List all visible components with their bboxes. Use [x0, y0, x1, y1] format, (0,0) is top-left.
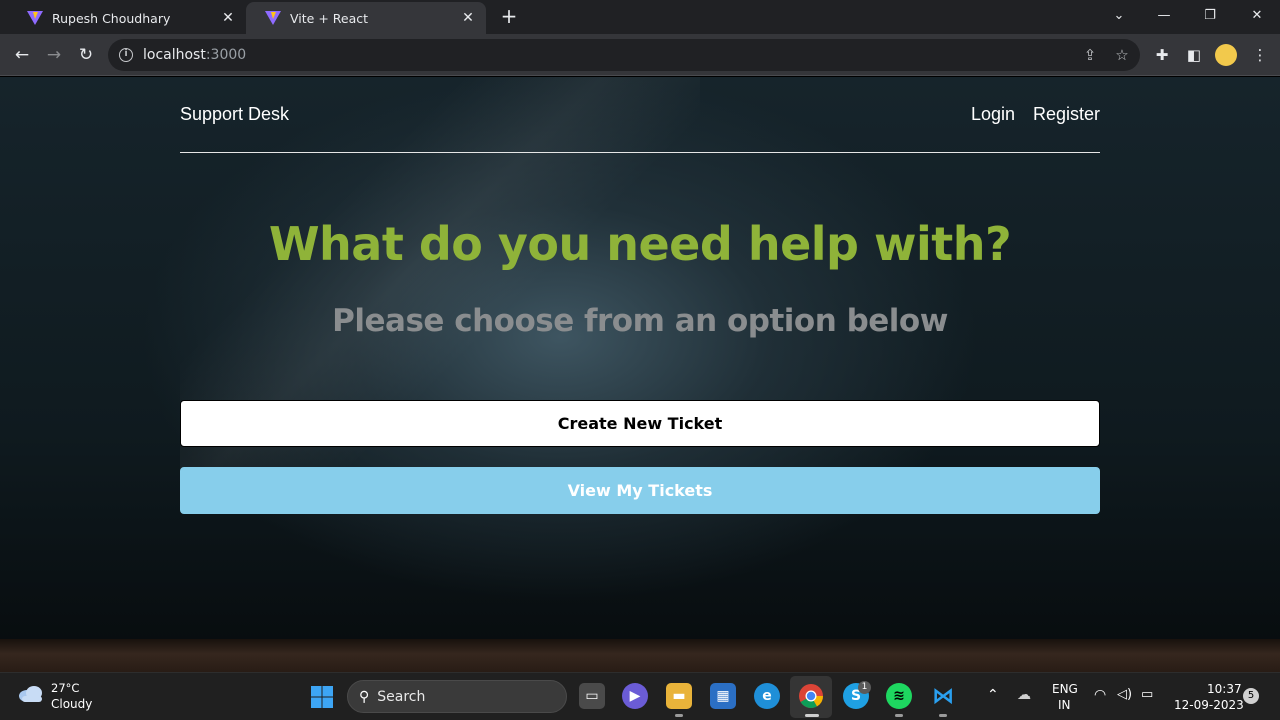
reload-button[interactable]: ↻ — [74, 43, 98, 67]
bookmark-star-icon[interactable]: ☆ — [1112, 45, 1132, 65]
address-bar[interactable]: i localhost:3000 ⇪ ☆ — [108, 39, 1140, 71]
task-view-icon[interactable]: ▭ — [579, 683, 605, 709]
edge-browser-icon[interactable]: e — [754, 683, 780, 709]
chrome-icon[interactable] — [798, 683, 824, 709]
browser-toolbar: ← → ↻ i localhost:3000 ⇪ ☆ ✚ ◧ ⋮ — [0, 34, 1280, 76]
battery-icon[interactable]: ▭ — [1141, 687, 1153, 702]
extensions-icon[interactable]: ✚ — [1152, 45, 1172, 65]
clock-time[interactable]: 10:37 — [1207, 682, 1242, 696]
tab-rupesh-choudhary[interactable]: Rupesh Choudhary ✕ — [8, 2, 246, 34]
windows-taskbar: 27°C Cloudy ⚲ Search ▭ ▶ ▬ ▦ e S 1 ≋ ⋈ ⌃… — [0, 672, 1280, 720]
language-code[interactable]: ENG — [1052, 682, 1078, 696]
windows-start-icon[interactable] — [310, 685, 334, 709]
site-info-icon[interactable]: i — [119, 48, 133, 62]
file-explorer-icon[interactable]: ▬ — [666, 683, 692, 709]
url-host: localhost — [143, 47, 206, 63]
tab-vite-react[interactable]: Vite + React ✕ — [246, 2, 486, 34]
active-indicator — [805, 714, 819, 717]
running-indicator — [675, 714, 683, 717]
language-region[interactable]: IN — [1058, 698, 1071, 712]
page-viewport: Support Desk Login Register What do you … — [0, 77, 1280, 672]
background-wood-floor — [0, 639, 1280, 672]
weather-temperature: 27°C — [51, 681, 80, 695]
site-header: Support Desk Login Register — [180, 77, 1100, 153]
weather-description: Cloudy — [51, 697, 93, 711]
new-tab-button[interactable]: + — [498, 6, 520, 28]
close-window-button[interactable]: ✕ — [1243, 4, 1271, 28]
notification-count-badge[interactable]: 5 — [1243, 688, 1259, 704]
teams-chat-icon[interactable]: ▶ — [622, 683, 648, 709]
tab-title: Rupesh Choudhary — [52, 10, 171, 26]
close-tab-icon[interactable]: ✕ — [220, 10, 236, 26]
login-link[interactable]: Login — [971, 104, 1015, 125]
view-my-tickets-button[interactable]: View My Tickets — [180, 467, 1100, 514]
search-label: Search — [377, 688, 426, 705]
skype-badge: 1 — [858, 681, 871, 694]
search-icon: ⚲ — [359, 688, 370, 705]
restore-button[interactable]: ❐ — [1196, 4, 1224, 28]
register-link[interactable]: Register — [1033, 104, 1100, 125]
running-indicator — [895, 714, 903, 717]
tab-title: Vite + React — [290, 10, 369, 26]
url-port: :3000 — [205, 47, 247, 63]
share-icon[interactable]: ⇪ — [1080, 45, 1100, 65]
brand-link[interactable]: Support Desk — [180, 104, 289, 125]
vscode-icon[interactable]: ⋈ — [930, 683, 956, 709]
microsoft-store-icon[interactable]: ▦ — [710, 683, 736, 709]
close-tab-icon[interactable]: ✕ — [460, 10, 476, 26]
taskbar-search-box[interactable]: ⚲ Search — [347, 680, 567, 713]
cloud-icon[interactable] — [18, 685, 44, 703]
running-indicator — [939, 714, 947, 717]
volume-icon[interactable]: ◁) — [1117, 687, 1132, 702]
clock-date[interactable]: 12-09-2023 — [1174, 698, 1244, 712]
back-button[interactable]: ← — [10, 43, 34, 67]
chrome-menu-icon[interactable]: ⋮ — [1250, 45, 1270, 65]
browser-tab-strip: Rupesh Choudhary ✕ Vite + React ✕ + ⌄ — … — [0, 0, 1280, 34]
page-subtitle: Please choose from an option below — [332, 303, 948, 339]
vite-favicon-icon — [27, 11, 43, 25]
page-title: What do you need help with? — [268, 217, 1012, 271]
tab-search-icon[interactable]: ⌄ — [1105, 4, 1133, 28]
chevron-up-icon[interactable]: ⌃ — [987, 687, 999, 703]
create-new-ticket-button[interactable]: Create New Ticket — [180, 400, 1100, 447]
spotify-icon[interactable]: ≋ — [886, 683, 912, 709]
vite-favicon-icon — [265, 11, 281, 25]
minimize-button[interactable]: — — [1150, 4, 1178, 28]
wifi-icon[interactable]: ◠ — [1094, 687, 1106, 703]
onedrive-offline-icon[interactable]: ☁ — [1017, 687, 1031, 703]
side-panel-icon[interactable]: ◧ — [1184, 45, 1204, 65]
profile-avatar[interactable] — [1215, 44, 1237, 66]
forward-button[interactable]: → — [42, 43, 66, 67]
